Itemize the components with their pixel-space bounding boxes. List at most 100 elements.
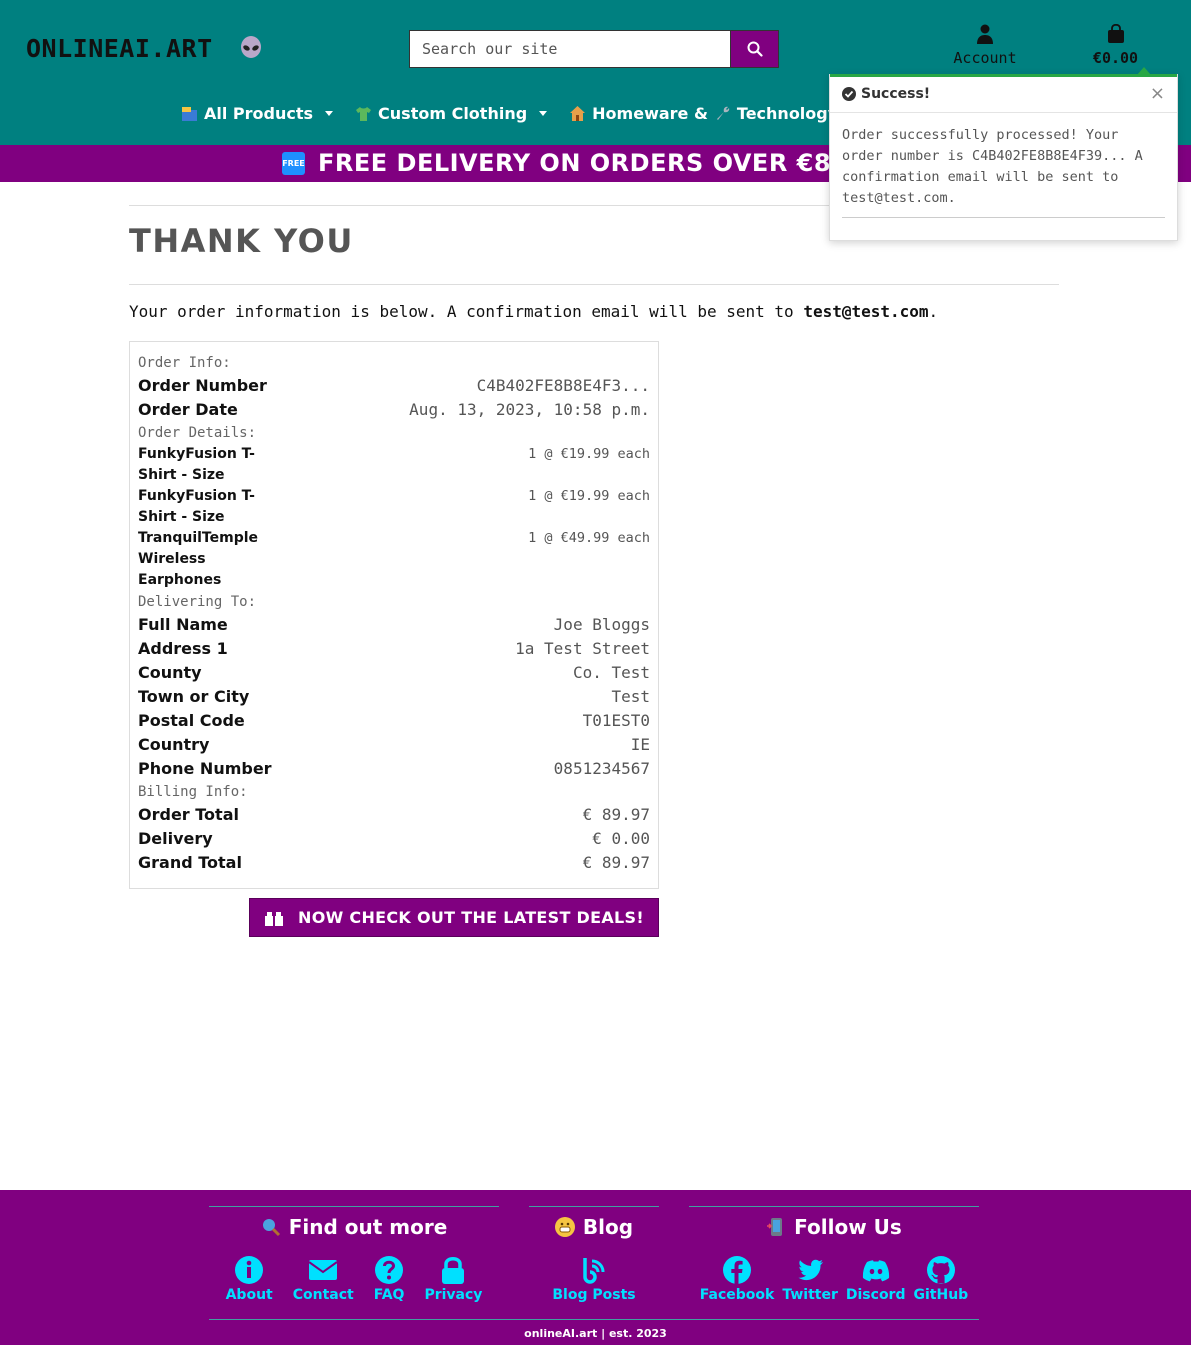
section-heading: Billing Info: [138, 784, 248, 800]
toast-title: Success! [861, 85, 931, 102]
row-value: € 89.97 [582, 805, 650, 824]
delivery-row: Address 1 1a Test Street [138, 637, 650, 661]
chevron-down-icon [325, 111, 334, 116]
toast-message: Order successfully processed! Your order… [842, 127, 1143, 206]
row-value: IE [630, 735, 650, 754]
wrench-icon [716, 106, 730, 120]
cart-total: €0.00 [1092, 49, 1139, 67]
brand-logo[interactable]: ONLINEAI.ART [26, 34, 262, 63]
toast-arrow [1137, 67, 1151, 75]
brand-logo-text[interactable]: ONLINEAI.ART [26, 34, 213, 63]
item-name: FunkyFusion T-Shirt - Size [138, 488, 255, 525]
order-number-value: C4B402FE8B8E4F3... [476, 376, 650, 395]
copyright: onlineAI.art | est. 2023 [524, 1327, 667, 1340]
row-value: € 0.00 [592, 829, 650, 848]
twitter-icon [798, 1259, 824, 1281]
row-label: Order Date [138, 400, 238, 419]
alien-icon [240, 36, 262, 60]
envelope-icon [308, 1260, 338, 1280]
footer-link-discord[interactable]: Discord [846, 1255, 906, 1303]
question-icon [375, 1256, 404, 1284]
search-button[interactable] [730, 30, 779, 68]
footer-link-about[interactable]: About [226, 1255, 273, 1303]
order-item-row: TranquilTemple Wireless Earphones 1 @ €4… [138, 528, 650, 591]
house-icon [570, 106, 586, 121]
nav-custom-clothing[interactable]: Custom Clothing [355, 104, 548, 123]
row-value: Test [611, 687, 650, 706]
magnifier-icon [262, 1219, 280, 1237]
footer-link-label: GitHub [913, 1287, 969, 1303]
item-qty-price: 1 @ €19.99 each [528, 488, 650, 504]
footer-divider [209, 1319, 979, 1320]
row-label: Phone Number [138, 759, 272, 778]
order-summary-card: Order Info: Order Number C4B402FE8B8E4F3… [129, 341, 659, 889]
nav-label: All Products [204, 104, 314, 123]
account-label: Account [953, 49, 1017, 67]
billing-row: Delivery € 0.00 [138, 827, 650, 851]
footer-link-faq[interactable]: FAQ [373, 1255, 405, 1303]
cart-link[interactable]: €0.00 [1078, 23, 1153, 67]
footer-link-label: Twitter [782, 1287, 838, 1303]
footer-follow-us: Follow Us Facebook Twitter Discord GitHu… [689, 1206, 979, 1303]
success-toast: Success! × Order successfully processed!… [829, 67, 1178, 241]
footer-link-label: Contact [292, 1287, 354, 1303]
row-label: County [138, 663, 202, 682]
footer-link-contact[interactable]: Contact [293, 1255, 354, 1303]
row-value: Co. Test [572, 663, 650, 682]
footer-blog: Blog Blog Posts [529, 1206, 659, 1303]
search-input[interactable] [409, 30, 730, 68]
footer-link-privacy[interactable]: Privacy [424, 1255, 482, 1303]
toast-header: Success! [830, 75, 1177, 113]
row-value: € 89.97 [582, 853, 650, 872]
row-value: 1a Test Street [515, 639, 650, 658]
nav-label: Homeware & [592, 104, 708, 123]
toast-close-button[interactable]: × [1150, 83, 1165, 104]
intro-sentence: Your order information is below. A confi… [129, 302, 794, 321]
delivery-row: Country IE [138, 733, 650, 757]
billing-row: Order Total € 89.97 [138, 803, 650, 827]
order-number-row: Order Number C4B402FE8B8E4F3... [138, 374, 650, 398]
item-qty-price: 1 @ €49.99 each [528, 530, 650, 546]
footer-link-twitter[interactable]: Twitter [782, 1255, 838, 1303]
discord-icon [862, 1260, 889, 1282]
footer-link-github[interactable]: GitHub [913, 1255, 969, 1303]
latest-deals-label: NOW CHECK OUT THE LATEST DEALS! [298, 908, 644, 927]
main-nav: All Products Custom Clothing Homeware & … [181, 104, 838, 123]
toast-rule [842, 217, 1165, 218]
footer-link-label: About [225, 1287, 273, 1303]
order-item-row: FunkyFusion T-Shirt - Size 1 @ €19.99 ea… [138, 486, 650, 528]
billing-row: Grand Total € 89.97 [138, 851, 650, 875]
package-icon [182, 107, 197, 121]
row-value: T01EST0 [582, 711, 650, 730]
account-link[interactable]: Account [940, 24, 1030, 67]
github-icon [926, 1256, 955, 1284]
footer-link-blog-posts[interactable]: Blog Posts [552, 1255, 636, 1303]
row-value: Joe Bloggs [553, 615, 650, 634]
free-badge-icon: FREE [282, 152, 305, 175]
delivery-row: Phone Number 0851234567 [138, 757, 650, 781]
intro-text: Your order information is below. A confi… [129, 302, 938, 321]
intro-email: test@test.com [803, 302, 929, 321]
section-heading: Order Info: [138, 355, 231, 371]
footer-heading: Follow Us [794, 1215, 902, 1239]
nav-label: Technology [736, 104, 839, 123]
nav-all-products[interactable]: All Products [181, 104, 334, 123]
delivery-row: County Co. Test [138, 661, 650, 685]
footer-link-facebook[interactable]: Facebook [700, 1255, 774, 1303]
chevron-down-icon [539, 111, 548, 116]
divider [129, 284, 1059, 285]
user-icon [977, 24, 993, 44]
row-value: 0851234567 [553, 759, 650, 778]
facebook-icon [723, 1256, 752, 1284]
row-label: Order Number [138, 376, 267, 395]
site-footer: Find out more About Contact FAQ Privacy [0, 1190, 1191, 1345]
section-heading: Delivering To: [138, 594, 257, 610]
row-label: Order Total [138, 805, 239, 824]
footer-link-label: Blog Posts [552, 1287, 636, 1303]
nav-homeware-technology[interactable]: Homeware & Technology [569, 104, 838, 123]
latest-deals-button[interactable]: NOW CHECK OUT THE LATEST DEALS! [249, 898, 659, 937]
footer-link-label: FAQ [373, 1287, 405, 1303]
row-label: Grand Total [138, 853, 242, 872]
delivery-row: Postal Code T01EST0 [138, 709, 650, 733]
order-item-row: FunkyFusion T-Shirt - Size 1 @ €19.99 ea… [138, 444, 650, 486]
